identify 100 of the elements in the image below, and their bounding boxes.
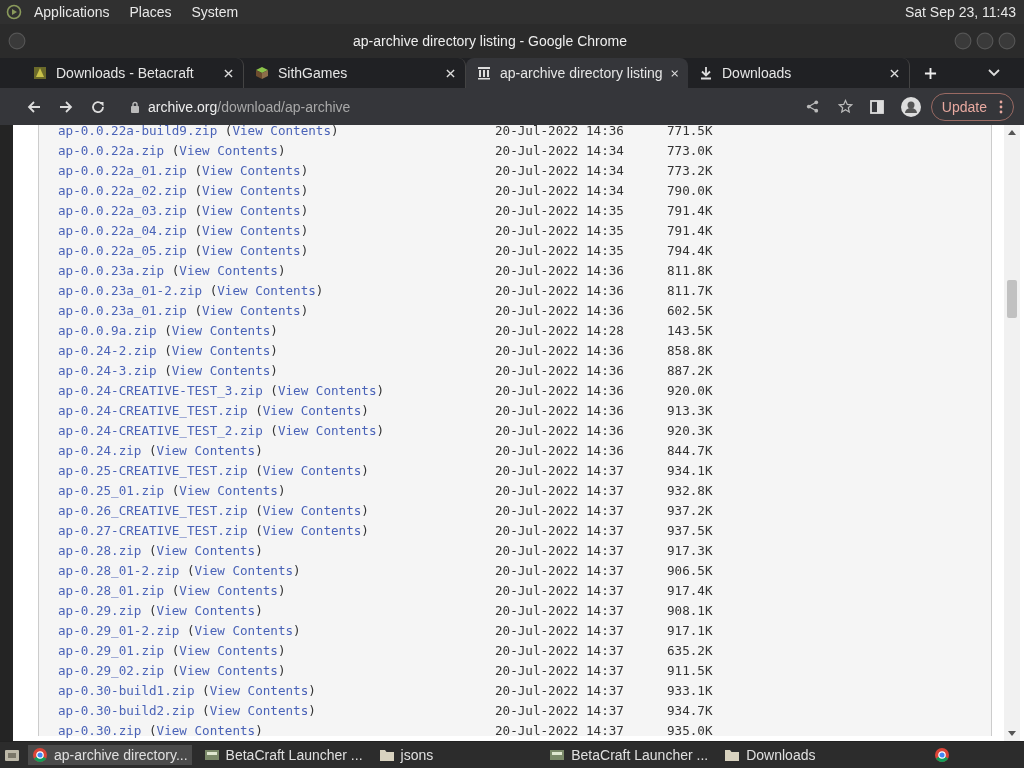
taskbar-button[interactable]: BetaCraft Launcher ... xyxy=(199,745,367,765)
view-contents-link[interactable]: (View Contents) xyxy=(270,382,385,398)
file-link[interactable]: ap-0.0.22a_04.zip xyxy=(58,222,187,238)
view-contents-link[interactable]: (View Contents) xyxy=(209,282,324,298)
file-link[interactable]: ap-0.0.9a.zip xyxy=(58,322,157,338)
file-link[interactable]: ap-0.30.zip xyxy=(58,722,142,738)
date-text: 20-Jul-2022 14:36 xyxy=(495,382,625,398)
size-text: 143.5K xyxy=(667,322,713,338)
view-contents-link[interactable]: (View Contents) xyxy=(164,322,278,338)
file-link[interactable]: ap-0.0.23a_01.zip xyxy=(58,302,187,318)
show-desktop-icon[interactable] xyxy=(4,747,20,763)
file-link[interactable]: ap-0.0.22a_02.zip xyxy=(58,182,187,198)
file-link[interactable]: ap-0.0.23a.zip xyxy=(58,262,165,278)
file-link[interactable]: ap-0.28_01-2.zip xyxy=(58,562,180,578)
view-contents-link[interactable]: (View Contents) xyxy=(202,702,316,718)
file-link[interactable]: ap-0.24-CREATIVE_TEST.zip xyxy=(58,402,248,418)
tab-title: SithGames xyxy=(278,65,349,81)
scroll-up-icon[interactable] xyxy=(1008,129,1016,135)
file-link[interactable]: ap-0.29_02.zip xyxy=(58,662,165,678)
lock-icon xyxy=(130,100,140,113)
file-link[interactable]: ap-0.0.22a_01.zip xyxy=(58,162,187,178)
file-link[interactable]: ap-0.24-CREATIVE-TEST_3.zip xyxy=(58,382,263,398)
file-link[interactable]: ap-0.24-CREATIVE_TEST_2.zip xyxy=(58,422,263,438)
chevron-down-icon[interactable] xyxy=(988,69,1000,77)
view-contents-link[interactable]: (View Contents) xyxy=(149,442,263,458)
view-contents-link[interactable]: (View Contents) xyxy=(164,362,278,378)
address-bar[interactable]: archive.org/download/ap-archive xyxy=(122,91,853,122)
taskbar-button[interactable]: ap-archive directory... xyxy=(28,745,192,765)
view-contents-link[interactable]: (View Contents) xyxy=(255,502,369,518)
view-contents-link[interactable]: (View Contents) xyxy=(149,722,263,738)
distro-logo-icon[interactable] xyxy=(6,4,22,20)
scroll-thumb[interactable] xyxy=(1007,280,1017,318)
view-contents-link[interactable]: (View Contents) xyxy=(270,422,385,438)
scrollbar[interactable] xyxy=(1004,125,1020,741)
view-contents-link[interactable]: (View Contents) xyxy=(194,202,309,218)
size-text: 811.8K xyxy=(667,262,713,278)
file-link[interactable]: ap-0.30-build2.zip xyxy=(58,702,195,718)
view-contents-link[interactable]: (View Contents) xyxy=(194,222,309,238)
taskbar-button[interactable]: Downloads xyxy=(720,745,820,765)
reload-icon[interactable] xyxy=(90,98,106,115)
side-panel-icon[interactable] xyxy=(868,98,885,115)
file-link[interactable]: ap-0.24-2.zip xyxy=(58,342,157,358)
view-contents-link[interactable]: (View Contents) xyxy=(171,482,286,498)
browser-tab[interactable]: ap-archive directory listing xyxy=(466,58,688,88)
share-icon[interactable] xyxy=(804,99,820,114)
view-contents-link[interactable]: (View Contents) xyxy=(255,402,369,418)
profile-icon[interactable] xyxy=(900,96,921,117)
date-text: 20-Jul-2022 14:35 xyxy=(495,202,625,218)
file-link[interactable]: ap-0.26_CREATIVE_TEST.zip xyxy=(58,502,248,518)
kebab-menu-icon[interactable] xyxy=(999,99,1003,114)
chrome-icon[interactable] xyxy=(934,747,950,763)
view-contents-link[interactable]: (View Contents) xyxy=(224,125,339,138)
view-contents-link[interactable]: (View Contents) xyxy=(149,542,263,558)
file-link[interactable]: ap-0.28.zip xyxy=(58,542,142,558)
panel-menu[interactable]: Places xyxy=(129,4,172,20)
panel-menu[interactable]: Applications xyxy=(34,4,110,20)
panel-menu[interactable]: System xyxy=(191,4,239,20)
file-link[interactable]: ap-0.0.22a_03.zip xyxy=(58,202,187,218)
view-contents-link[interactable]: (View Contents) xyxy=(255,462,369,478)
view-contents-link[interactable]: (View Contents) xyxy=(171,262,286,278)
file-link[interactable]: ap-0.27-CREATIVE_TEST.zip xyxy=(58,522,248,538)
taskbar-button[interactable]: jsons xyxy=(374,745,438,765)
view-contents-link[interactable]: (View Contents) xyxy=(194,302,309,318)
file-link[interactable]: ap-0.24.zip xyxy=(58,442,142,458)
view-contents-link[interactable]: (View Contents) xyxy=(202,682,316,698)
file-link[interactable]: ap-0.0.23a_01-2.zip xyxy=(58,282,203,298)
file-link[interactable]: ap-0.0.22a_05.zip xyxy=(58,242,187,258)
back-icon[interactable] xyxy=(26,98,42,115)
taskbar-button[interactable]: BetaCraft Launcher ... xyxy=(545,745,713,765)
star-icon[interactable] xyxy=(837,99,853,114)
file-link[interactable]: ap-0.28_01.zip xyxy=(58,582,165,598)
view-contents-link[interactable]: (View Contents) xyxy=(186,622,301,638)
new-tab-icon[interactable] xyxy=(924,66,937,80)
view-contents-link[interactable]: (View Contents) xyxy=(194,182,309,198)
file-link[interactable]: ap-0.25-CREATIVE_TEST.zip xyxy=(58,462,248,478)
view-contents-link[interactable]: (View Contents) xyxy=(164,342,278,358)
forward-icon[interactable] xyxy=(58,98,74,115)
file-link[interactable]: ap-0.29.zip xyxy=(58,602,142,618)
view-contents-link[interactable]: (View Contents) xyxy=(171,582,286,598)
view-contents-link[interactable]: (View Contents) xyxy=(171,142,286,158)
file-link[interactable]: ap-0.0.22a-build9.zip xyxy=(58,125,218,138)
date-text: 20-Jul-2022 14:36 xyxy=(495,125,625,138)
file-link[interactable]: ap-0.29_01.zip xyxy=(58,642,165,658)
view-contents-link[interactable]: (View Contents) xyxy=(186,562,301,578)
view-contents-link[interactable]: (View Contents) xyxy=(255,522,369,538)
view-contents-link[interactable]: (View Contents) xyxy=(194,162,309,178)
scroll-down-icon[interactable] xyxy=(1008,731,1016,737)
file-link[interactable]: ap-0.30-build1.zip xyxy=(58,682,195,698)
panel-clock[interactable]: Sat Sep 23, 11:43 xyxy=(904,4,1016,20)
file-link[interactable]: ap-0.0.22a.zip xyxy=(58,142,165,158)
view-contents-link[interactable]: (View Contents) xyxy=(171,662,286,678)
view-contents-link[interactable]: (View Contents) xyxy=(171,642,286,658)
file-link[interactable]: ap-0.25_01.zip xyxy=(58,482,165,498)
size-text: 917.1K xyxy=(667,622,713,638)
size-text: 934.7K xyxy=(667,702,713,718)
file-link[interactable]: ap-0.29_01-2.zip xyxy=(58,622,180,638)
file-link[interactable]: ap-0.24-3.zip xyxy=(58,362,157,378)
view-contents-link[interactable]: (View Contents) xyxy=(194,242,309,258)
view-contents-link[interactable]: (View Contents) xyxy=(149,602,263,618)
museum-icon xyxy=(476,65,492,81)
